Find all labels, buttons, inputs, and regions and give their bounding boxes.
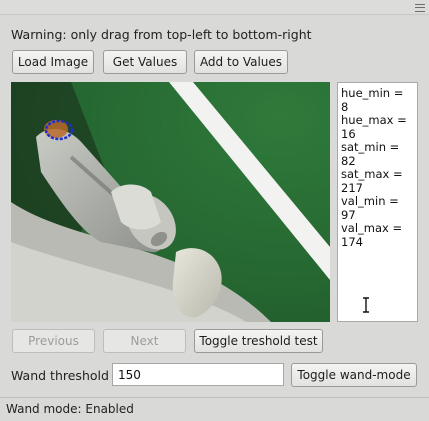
toggle-wand-mode-button[interactable]: Toggle wand-mode xyxy=(291,363,417,387)
status-separator xyxy=(0,397,429,398)
sat-min-value: sat_min = 82 xyxy=(341,140,400,168)
text-cursor-icon xyxy=(363,297,369,313)
get-values-button[interactable]: Get Values xyxy=(103,50,187,74)
hue-min-value: hue_min = 8 xyxy=(341,86,404,114)
add-to-values-button[interactable]: Add to Values xyxy=(194,50,288,74)
toggle-threshold-test-button[interactable]: Toggle treshold test xyxy=(194,329,323,353)
val-min-value: val_min = 97 xyxy=(341,194,399,222)
load-image-button[interactable]: Load Image xyxy=(12,50,94,74)
status-bar-text: Wand mode: Enabled xyxy=(6,402,134,416)
hue-max-value: hue_max = 16 xyxy=(341,113,407,141)
values-text-panel[interactable]: hue_min = 8 hue_max = 16 sat_min = 82 sa… xyxy=(337,82,418,322)
menu-grip-icon[interactable] xyxy=(415,4,425,12)
next-button[interactable]: Next xyxy=(103,329,186,353)
sat-max-value: sat_max = 217 xyxy=(341,167,403,195)
wand-threshold-label: Wand threshold xyxy=(11,368,109,383)
val-max-value: val_max = 174 xyxy=(341,221,403,249)
image-canvas[interactable] xyxy=(11,82,330,322)
camera-image xyxy=(11,82,330,322)
previous-button[interactable]: Previous xyxy=(12,329,95,353)
wand-threshold-input[interactable] xyxy=(112,363,284,386)
title-bar[interactable] xyxy=(0,0,429,15)
warning-text: Warning: only drag from top-left to bott… xyxy=(11,27,312,42)
